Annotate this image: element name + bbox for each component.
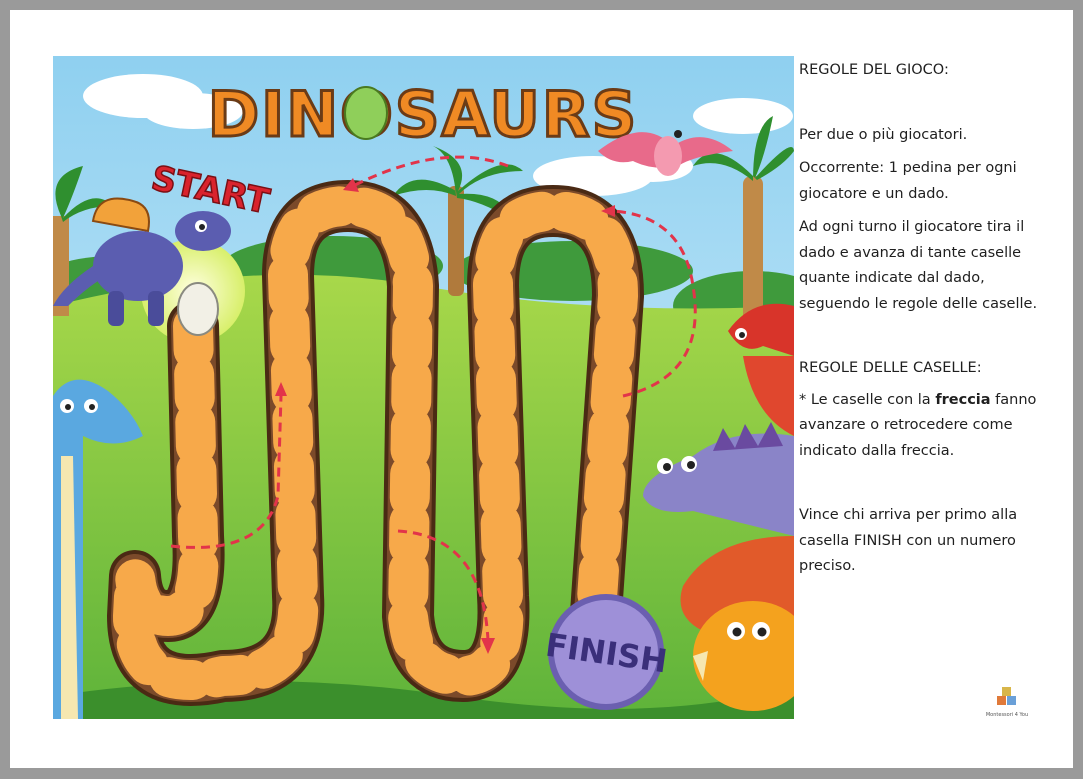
- game-board-illustration: DINOSAURS START FINISH: [53, 56, 794, 719]
- blocks-logo-icon: [997, 687, 1016, 705]
- arrow-rule-pre: * Le caselle con la: [799, 391, 936, 408]
- rules-turn: Ad ogni turno il giocatore tira il dado …: [799, 219, 1038, 312]
- arrow-rule: * Le caselle con la freccia fanno avanza…: [799, 388, 1039, 465]
- arrow-rule-bold: freccia: [935, 391, 991, 408]
- rules-panel: REGOLE DEL GIOCO: Per due o più giocator…: [799, 58, 1039, 580]
- board-title: DINOSAURS: [208, 78, 639, 151]
- rules-title: REGOLE DEL GIOCO:: [799, 62, 949, 78]
- rules-players: Per due o più giocatori.: [799, 126, 968, 143]
- rules-items: Occorrente: 1 pedina per ogni giocatore …: [799, 160, 1017, 202]
- montessori-logo: Montessori 4 You: [984, 686, 1030, 718]
- cells-rules-title: REGOLE DELLE CASELLE:: [799, 360, 982, 376]
- logo-caption: Montessori 4 You: [985, 712, 1029, 718]
- egg: [177, 282, 219, 336]
- win-rule: Vince chi arriva per primo alla casella …: [799, 507, 1018, 574]
- dino-egg-in-title: [344, 86, 388, 140]
